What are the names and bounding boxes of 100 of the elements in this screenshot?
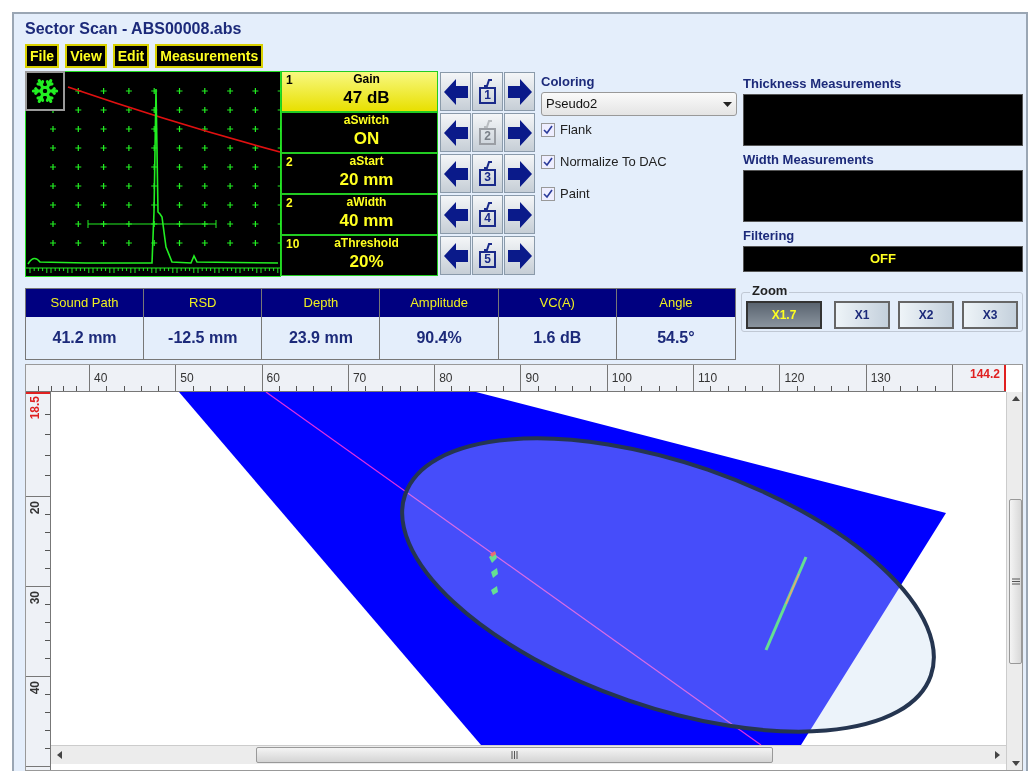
parameter-key-button[interactable]: 1 xyxy=(472,72,503,111)
parameter-key-button[interactable]: 3 xyxy=(472,154,503,193)
checkbox-option[interactable]: Paint xyxy=(541,183,737,205)
parameter-key-button[interactable]: 4 xyxy=(472,195,503,234)
parameter-row[interactable]: 2 aWidth 40 mm xyxy=(281,194,438,235)
parameter-number: 2 xyxy=(286,196,293,210)
option-label: Paint xyxy=(560,185,590,204)
ruler-label: 30 xyxy=(27,591,43,605)
zoom-button[interactable]: X2 xyxy=(898,301,954,329)
step-icon xyxy=(482,120,493,128)
caret-icon xyxy=(723,101,732,107)
parameter-name: aStart xyxy=(349,154,384,169)
ruler-label: 130 xyxy=(870,371,891,385)
step-icon xyxy=(482,243,493,251)
column-header: RSD xyxy=(144,289,262,317)
ruler-label: 90 xyxy=(525,371,539,385)
parameter-number: 2 xyxy=(286,155,293,169)
ruler-label: 80 xyxy=(439,371,453,385)
section-label: Width Measurements xyxy=(743,151,875,169)
column-header: Amplitude xyxy=(380,289,498,317)
dropdown[interactable]: Pseudo2 xyxy=(541,92,737,116)
filtering-display: OFF xyxy=(743,246,1023,272)
parameter-row[interactable]: 1 Gain 47 dB xyxy=(281,71,438,112)
parameter-value: 20% xyxy=(349,251,384,273)
column-header: Angle xyxy=(616,289,735,317)
increase-button[interactable] xyxy=(504,72,535,111)
section-label: Filtering xyxy=(743,227,796,245)
parameter-key-button[interactable]: 5 xyxy=(472,236,503,275)
menu-item[interactable]: File xyxy=(25,44,60,68)
menu-item[interactable]: View xyxy=(65,44,107,68)
menu-item[interactable]: Measurements xyxy=(155,44,264,68)
parameter-number: 1 xyxy=(286,73,293,87)
decrease-button[interactable] xyxy=(440,236,471,275)
checkbox[interactable] xyxy=(541,123,555,137)
ruler-label: 110 xyxy=(698,371,718,385)
parameter-name: aSwitch xyxy=(343,113,390,128)
decrease-button[interactable] xyxy=(440,113,471,152)
parameter-name: aThreshold xyxy=(334,236,399,251)
ruler-label: 20 xyxy=(27,501,43,515)
column-header: VC(A) xyxy=(498,289,616,317)
checkbox[interactable] xyxy=(541,155,555,169)
checkbox-option[interactable]: Normalize To DAC xyxy=(541,151,737,173)
ruler-label: 100 xyxy=(611,371,632,385)
increase-button[interactable] xyxy=(504,154,535,193)
ruler-label: 70 xyxy=(352,371,367,385)
parameter-value: 20 mm xyxy=(339,169,394,191)
decrease-button[interactable] xyxy=(440,154,471,193)
ruler-cursor-label: 144.2 xyxy=(952,365,1006,391)
dropdown-value: Pseudo2 xyxy=(546,95,598,114)
section-label: Thickness Measurements xyxy=(743,75,903,93)
option-label: Flank xyxy=(560,121,592,140)
parameter-row[interactable]: 10 aThreshold 20% xyxy=(281,235,438,276)
parameter-number: 10 xyxy=(286,237,300,251)
parameter-name: aWidth xyxy=(346,195,387,210)
parameter-row[interactable]: 2 aStart 20 mm xyxy=(281,153,438,194)
option-label: Normalize To DAC xyxy=(560,153,667,172)
section-label: Coloring xyxy=(541,73,596,91)
key-number: 5 xyxy=(479,251,496,268)
grip-icon xyxy=(1011,577,1020,585)
window-title: Sector Scan - ABS00008.abs xyxy=(25,19,243,39)
parameter-value: 40 mm xyxy=(339,210,394,232)
checkbox[interactable] xyxy=(541,187,555,201)
zoom-button[interactable]: X1.7 xyxy=(746,301,822,329)
increase-button[interactable] xyxy=(504,113,535,152)
menu-item[interactable]: Edit xyxy=(112,44,150,68)
increase-button[interactable] xyxy=(504,236,535,275)
key-number: 2 xyxy=(479,128,496,145)
check-icon xyxy=(543,157,553,167)
key-number: 3 xyxy=(479,169,496,186)
right-arrow-icon xyxy=(995,751,1000,759)
zoom-button[interactable]: X3 xyxy=(962,301,1018,329)
key-number: 4 xyxy=(479,210,496,227)
vertical-scrollbar[interactable] xyxy=(1006,392,1022,770)
freeze-button[interactable] xyxy=(25,71,65,111)
parameter-value: ON xyxy=(353,128,380,150)
parameter-value: 47 dB xyxy=(343,87,390,109)
ruler-label: 40 xyxy=(94,371,108,385)
parameter-name: Gain xyxy=(353,72,380,87)
increase-button[interactable] xyxy=(504,195,535,234)
step-icon xyxy=(482,79,493,87)
decrease-button[interactable] xyxy=(440,195,471,234)
checkbox-option[interactable]: Flank xyxy=(541,119,737,141)
check-icon xyxy=(543,125,553,135)
ruler-label: 120 xyxy=(784,371,805,385)
ruler-cursor-label: 18.5 xyxy=(27,396,43,420)
zoom-button[interactable]: X1 xyxy=(834,301,890,329)
step-icon xyxy=(482,202,493,210)
ruler-label: 50 xyxy=(180,371,194,385)
scrollbar-thumb[interactable] xyxy=(256,747,773,763)
column-header: Sound Path xyxy=(26,289,144,317)
column-header: Depth xyxy=(262,289,380,317)
ruler-label: 60 xyxy=(266,371,280,385)
step-icon xyxy=(482,161,493,169)
ruler-label: 40 xyxy=(27,681,43,695)
scrollbar-thumb[interactable] xyxy=(1009,498,1022,664)
horizontal-scrollbar[interactable] xyxy=(51,745,1006,764)
decrease-button[interactable] xyxy=(440,72,471,111)
left-arrow-icon xyxy=(57,751,62,759)
down-arrow-icon xyxy=(1011,761,1020,766)
check-icon xyxy=(543,189,553,199)
